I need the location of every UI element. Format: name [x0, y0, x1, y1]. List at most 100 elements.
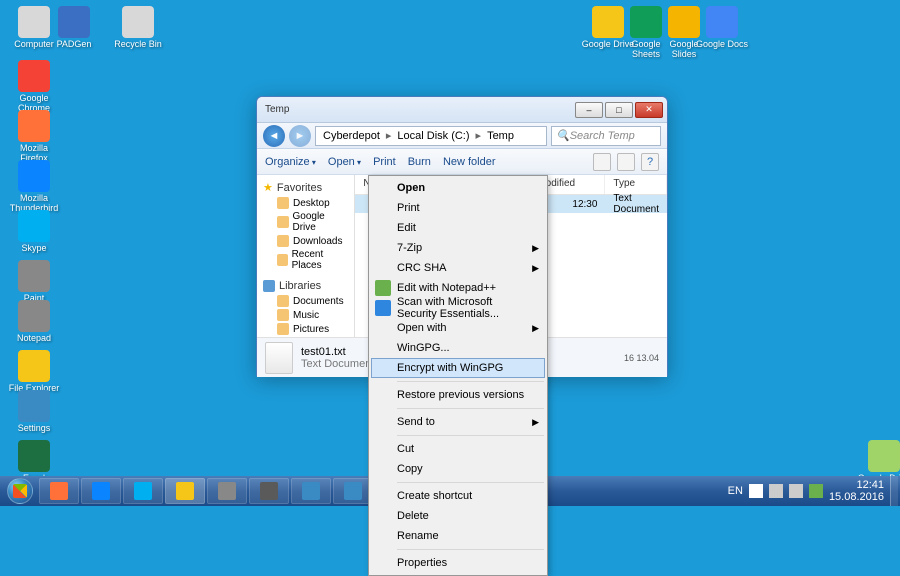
menu-item[interactable]: Print [371, 198, 545, 218]
thunderbird-icon [92, 482, 110, 500]
menu-item[interactable]: 7-Zip▶ [371, 238, 545, 258]
menu-item[interactable]: WinGPG... [371, 338, 545, 358]
open-button[interactable]: Open [328, 156, 361, 168]
show-desktop-button[interactable] [890, 476, 898, 506]
forward-button[interactable]: ► [289, 125, 311, 147]
taskbar-app-skype[interactable] [123, 478, 163, 504]
desktop-icon[interactable]: PADGen [46, 6, 102, 50]
folder-icon [277, 216, 289, 228]
close-button[interactable]: ✕ [635, 102, 663, 118]
breadcrumb[interactable]: Cyberdepot▸ Local Disk (C:)▸ Temp [315, 126, 547, 146]
menu-icon [375, 300, 391, 316]
back-button[interactable]: ◄ [263, 125, 285, 147]
help-button[interactable]: ? [641, 153, 659, 171]
menu-item[interactable]: Open with▶ [371, 318, 545, 338]
menu-item[interactable]: Send to▶ [371, 412, 545, 432]
nav-item[interactable]: Downloads [259, 234, 352, 248]
search-input[interactable]: 🔍 Search Temp [551, 126, 661, 146]
network-icon[interactable] [769, 484, 783, 498]
chevron-right-icon: ▶ [532, 417, 539, 428]
taskbar-app-app7[interactable] [291, 478, 331, 504]
menu-item[interactable]: Cut [371, 439, 545, 459]
menu-item[interactable]: Copy [371, 459, 545, 479]
file-icon [265, 342, 293, 374]
nav-pane: ★Favorites DesktopGoogle DriveDownloadsR… [257, 175, 355, 337]
view-button[interactable] [593, 153, 611, 171]
app5-icon [218, 482, 236, 500]
desktop-icon[interactable]: Mozilla Thunderbird [6, 160, 62, 214]
titlebar[interactable]: Temp – □ ✕ [257, 97, 667, 123]
nav-item[interactable]: Pictures [259, 322, 352, 336]
nav-item[interactable]: Desktop [259, 196, 352, 210]
menu-item[interactable]: Rename [371, 526, 545, 546]
nav-favorites-header[interactable]: ★Favorites [259, 179, 352, 196]
action-center-icon[interactable] [809, 484, 823, 498]
speaker-icon[interactable] [789, 484, 803, 498]
chevron-right-icon: ▶ [532, 243, 539, 254]
desktop-icon[interactable]: Mozilla Firefox [6, 110, 62, 164]
clock[interactable]: 12:41 15.08.2016 [829, 479, 884, 503]
taskbar-app-thunderbird[interactable] [81, 478, 121, 504]
flag-icon[interactable] [749, 484, 763, 498]
desktop-icon[interactable]: Recycle Bin [110, 6, 166, 50]
star-icon: ★ [263, 181, 273, 194]
desktop-icon[interactable]: Notepad [6, 300, 62, 344]
taskbar-app-firefox[interactable] [39, 478, 79, 504]
desktop-icon[interactable]: Skype [6, 210, 62, 254]
firefox-icon [50, 482, 68, 500]
chevron-right-icon: ▶ [532, 323, 539, 334]
print-button[interactable]: Print [373, 156, 396, 168]
desktop-icon[interactable]: Google Chrome [6, 60, 62, 114]
nav-item[interactable]: Music [259, 308, 352, 322]
taskbar-app-explorer[interactable] [165, 478, 205, 504]
minimize-button[interactable]: – [575, 102, 603, 118]
menu-item[interactable]: Scan with Microsoft Security Essentials.… [371, 298, 545, 318]
desktop-icon[interactable]: Paint [6, 260, 62, 304]
nav-libraries-header[interactable]: Libraries [259, 278, 352, 294]
app8-icon [344, 482, 362, 500]
search-icon: 🔍 [556, 129, 570, 142]
desktop-icon[interactable]: File Explorer [6, 350, 62, 394]
start-button[interactable] [2, 476, 38, 506]
chevron-right-icon: ▶ [532, 263, 539, 274]
menu-item[interactable]: CRC SHA▶ [371, 258, 545, 278]
system-tray[interactable]: EN 12:41 15.08.2016 [722, 479, 890, 503]
skype-icon [134, 482, 152, 500]
details-filename: test01.txt [301, 346, 374, 358]
taskbar-app-app5[interactable] [207, 478, 247, 504]
nav-item[interactable]: Google Drive [259, 210, 352, 234]
nav-item[interactable]: Recent Places [259, 248, 352, 272]
app-icon [122, 6, 154, 38]
window-title: Temp [261, 104, 575, 115]
menu-item[interactable]: Encrypt with WinGPG [371, 358, 545, 378]
toolbar: Organize Open Print Burn New folder ? [257, 149, 667, 175]
folder-icon [277, 323, 289, 335]
menu-item[interactable]: Restore previous versions [371, 385, 545, 405]
menu-item[interactable]: Create shortcut [371, 486, 545, 506]
desktop-icon[interactable]: Google Docs [694, 6, 750, 50]
nav-item[interactable]: Videos [259, 336, 352, 337]
organize-button[interactable]: Organize [265, 156, 316, 168]
maximize-button[interactable]: □ [605, 102, 633, 118]
desktop-icon[interactable]: Settings [6, 390, 62, 434]
address-bar-row: ◄ ► Cyberdepot▸ Local Disk (C:)▸ Temp 🔍 … [257, 123, 667, 149]
app-icon [58, 6, 90, 38]
language-indicator[interactable]: EN [728, 485, 743, 497]
menu-item[interactable]: Edit [371, 218, 545, 238]
burn-button[interactable]: Burn [408, 156, 431, 168]
menu-item[interactable]: Properties [371, 553, 545, 573]
taskbar-app-app6[interactable] [249, 478, 289, 504]
menu-item[interactable]: Edit with Notepad++ [371, 278, 545, 298]
app-icon [868, 440, 900, 472]
menu-item[interactable]: Open [371, 178, 545, 198]
new-folder-button[interactable]: New folder [443, 156, 496, 168]
app-icon [18, 260, 50, 292]
app-icon [18, 160, 50, 192]
folder-icon [277, 197, 289, 209]
nav-item[interactable]: Documents [259, 294, 352, 308]
preview-pane-button[interactable] [617, 153, 635, 171]
folder-icon [277, 235, 289, 247]
app-icon [18, 390, 50, 422]
taskbar-app-app8[interactable] [333, 478, 373, 504]
menu-item[interactable]: Delete [371, 506, 545, 526]
